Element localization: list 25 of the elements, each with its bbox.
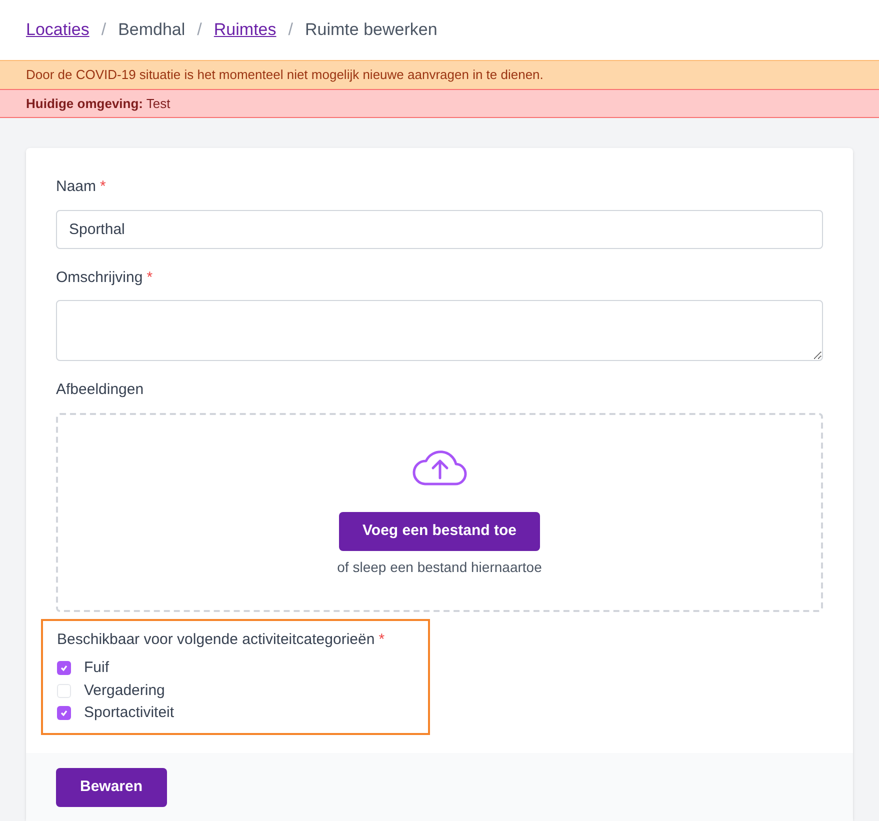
field-label: Beschikbaar voor volgende activiteitcategorieën * [57,630,386,650]
breadcrumb-separator: / [197,19,202,42]
save-button[interactable]: Bewaren [56,768,167,806]
check-icon [60,664,68,672]
breadcrumb-separator: / [101,19,106,42]
breadcrumb-item: Bemdhal [118,19,186,42]
checkbox[interactable] [57,684,71,698]
field-label: Omschrijving * [56,268,154,288]
dropzone-hint: of sleep een bestand hiernaartoe [337,558,542,577]
banner-text: Huidige omgeving: Test [26,94,170,113]
breadcrumb-separator: / [288,19,293,42]
breadcrumb-item: Ruimte bewerken [305,19,438,42]
checkbox-label: Fuif [84,658,110,678]
checkbox[interactable] [57,706,71,720]
breadcrumb-link[interactable]: Locaties [26,17,90,43]
check-icon [60,709,68,718]
breadcrumb-link[interactable]: Ruimtes [214,17,276,43]
field-label: Afbeeldingen [56,380,145,400]
checkbox-label: Vergadering [84,680,165,700]
add-file-button[interactable]: Voeg een bestand toe [338,512,540,550]
checkbox[interactable] [57,661,71,676]
checkbox-label: Sportactiviteit [84,703,174,723]
name-input[interactable]: Sporthal [56,210,823,248]
banner-text: Door de COVID-19 situatie is het momenteel niet mogelijk nieuwe aanvragen in te dienen. [26,66,544,84]
field-label: Naam * [56,177,107,197]
